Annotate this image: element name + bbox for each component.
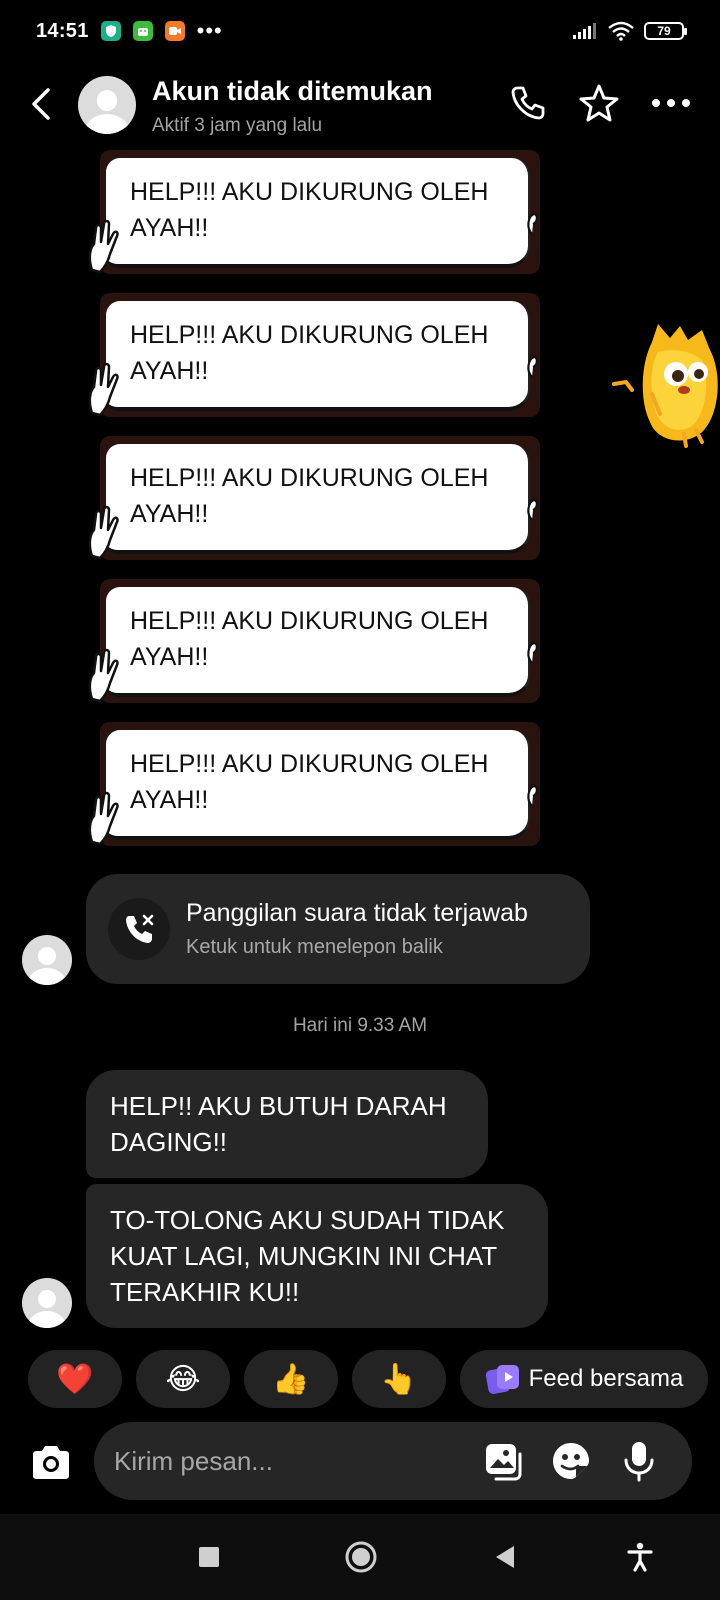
back-nav-button[interactable] [482, 1534, 528, 1580]
triangle-back-icon [496, 1546, 514, 1568]
hand-doodle-icon [88, 791, 119, 846]
accessibility-icon [627, 1542, 653, 1572]
sticker-message[interactable]: HELP!!! AKU DIKURUNG OLEH AYAH!! [86, 579, 556, 707]
quick-reaction-heart[interactable]: ❤️ [28, 1350, 122, 1408]
message-input[interactable] [114, 1440, 454, 1482]
contact-avatar[interactable] [78, 76, 136, 134]
chevron-left-icon [32, 88, 50, 120]
feed-together-button[interactable]: Feed bersama [460, 1350, 708, 1408]
sticker-icon [553, 1443, 589, 1479]
quick-reaction-point-up[interactable]: 👆 [352, 1350, 446, 1408]
voice-message-button[interactable] [616, 1438, 662, 1484]
feed-together-label: Feed bersama [528, 1365, 684, 1392]
curl-doodle-icon [527, 641, 538, 664]
accessibility-button[interactable] [617, 1534, 663, 1580]
square-icon [199, 1547, 219, 1567]
star-icon [579, 84, 619, 122]
sticker-text: HELP!!! AKU DIKURUNG OLEH AYAH!! [130, 178, 489, 242]
laughing-face-icon: 😂 [165, 1362, 201, 1396]
system-navigation-bar [0, 1514, 720, 1600]
more-horizontal-icon [652, 99, 690, 107]
battery-level: 79 [657, 24, 671, 38]
status-bar: 14:51 ••• 79 [0, 0, 720, 62]
sticker-message[interactable]: HELP!!! AKU DIKURUNG OLEH AYAH!! [86, 293, 556, 421]
sticker-message[interactable]: HELP!!! AKU DIKURUNG OLEH AYAH!! [86, 150, 556, 278]
quick-reactions-row: ❤️ 😂 👍 👆 Feed bersama [28, 1350, 720, 1408]
curl-doodle-icon [527, 212, 538, 235]
more-notifications-icon: ••• [196, 18, 223, 43]
hand-doodle-icon [88, 505, 119, 560]
favorite-button[interactable] [576, 80, 622, 126]
feed-together-icon [485, 1365, 519, 1394]
home-circle-icon [345, 1541, 377, 1573]
phone-icon [511, 86, 545, 120]
shield-app-icon [100, 21, 121, 41]
missed-call-card[interactable]: Panggilan suara tidak terjawab Ketuk unt… [86, 874, 590, 984]
signal-icon [573, 23, 596, 39]
missed-call-icon [126, 914, 154, 943]
gallery-icon [486, 1444, 522, 1481]
video-app-icon [164, 21, 185, 41]
message-composer [94, 1422, 692, 1500]
chat-header: Akun tidak ditemukan Aktif 3 jam yang la… [0, 62, 720, 152]
mascot-sticker [612, 324, 718, 448]
gallery-button[interactable] [480, 1438, 526, 1484]
hand-doodle-icon [88, 648, 119, 703]
sender-avatar[interactable] [22, 935, 72, 985]
thumbs-up-icon: 👍 [272, 1362, 310, 1396]
curl-doodle-icon [527, 498, 538, 521]
microphone-icon [624, 1442, 654, 1482]
received-message[interactable]: HELP!! AKU BUTUH DARAH DAGING!! [86, 1070, 488, 1178]
home-button[interactable] [338, 1534, 384, 1580]
sticker-text: HELP!!! AKU DIKURUNG OLEH AYAH!! [130, 321, 489, 385]
missed-call-title: Panggilan suara tidak terjawab [186, 899, 528, 927]
hand-doodle-icon [88, 219, 119, 274]
sticker-message[interactable]: HELP!!! AKU DIKURUNG OLEH AYAH!! [86, 722, 556, 850]
contact-name[interactable]: Akun tidak ditemukan [152, 76, 433, 107]
voice-call-button[interactable] [505, 80, 551, 126]
more-options-button[interactable] [648, 80, 694, 126]
sticker-text: HELP!!! AKU DIKURUNG OLEH AYAH!! [130, 464, 489, 528]
received-message[interactable]: TO-TOLONG AKU SUDAH TIDAK KUAT LAGI, MUN… [86, 1184, 548, 1328]
recent-apps-button[interactable] [186, 1534, 232, 1580]
wifi-icon [608, 21, 634, 41]
sender-avatar[interactable] [22, 1278, 72, 1328]
quick-reaction-laugh[interactable]: 😂 [136, 1350, 230, 1408]
curl-doodle-icon [527, 784, 538, 807]
status-time: 14:51 [36, 19, 89, 42]
camera-button[interactable] [26, 1438, 76, 1488]
camera-icon [33, 1446, 69, 1479]
missed-call-subtitle: Ketuk untuk menelepon balik [186, 936, 443, 958]
missed-call-icon-wrap [108, 898, 170, 960]
pointing-up-icon: 👆 [380, 1362, 418, 1396]
heart-icon: ❤️ [56, 1362, 94, 1396]
sticker-text: HELP!!! AKU DIKURUNG OLEH AYAH!! [130, 750, 489, 814]
sticker-text: HELP!!! AKU DIKURUNG OLEH AYAH!! [130, 607, 489, 671]
sticker-message[interactable]: HELP!!! AKU DIKURUNG OLEH AYAH!! [86, 436, 556, 564]
contact-status: Aktif 3 jam yang lalu [152, 115, 323, 136]
quick-reaction-thumbs-up[interactable]: 👍 [244, 1350, 338, 1408]
message-timestamp: Hari ini 9.33 AM [292, 1015, 428, 1036]
back-button[interactable] [22, 82, 62, 126]
android-app-icon [132, 21, 153, 41]
battery-indicator: 79 [644, 22, 687, 40]
curl-doodle-icon [527, 355, 538, 378]
sticker-button[interactable] [548, 1438, 594, 1484]
hand-doodle-icon [88, 362, 119, 417]
